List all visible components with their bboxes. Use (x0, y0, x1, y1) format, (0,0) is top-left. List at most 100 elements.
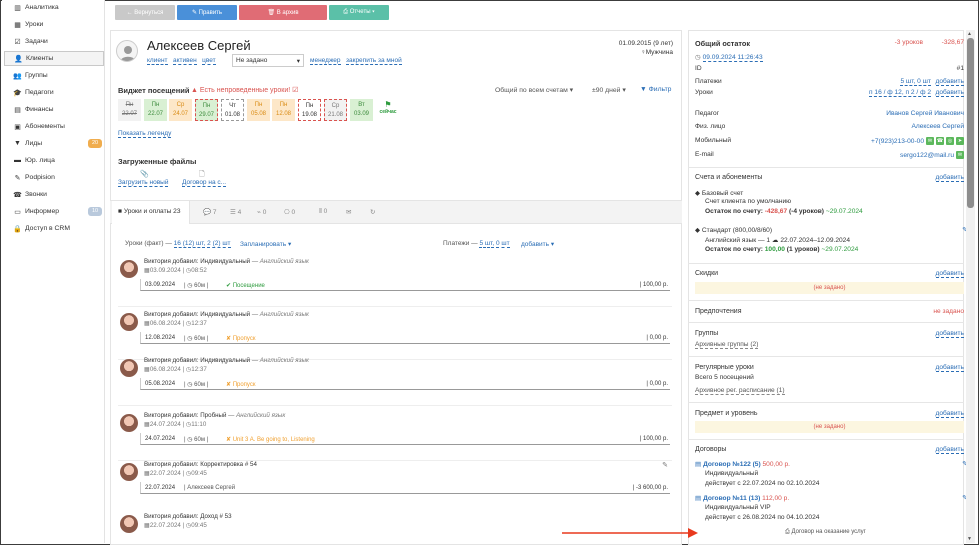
contracts-add[interactable]: добавить (935, 446, 964, 454)
tab-messages[interactable]: ✉ (346, 208, 351, 216)
visit-cell[interactable]: Вт 03.09 (350, 99, 373, 121)
edit-pencil-icon[interactable]: ✎ (662, 461, 668, 469)
sidebar-item-13[interactable]: 🔒 Доступ в CRM (4, 221, 104, 236)
contact-value[interactable]: Иванов Сергей Иванович (886, 110, 964, 117)
plan-lesson-button[interactable]: Запланировать ▾ (240, 240, 291, 248)
lesson-row[interactable]: 22.07.2024 | Алексеев Сергей | -3 600,00 р… (140, 482, 670, 494)
regular-lessons-add[interactable]: добавить (935, 364, 964, 372)
sidebar-item-11[interactable]: ☎ Звонки (4, 187, 104, 202)
status-select[interactable]: Не задано ▾ (232, 54, 304, 67)
sidebar-item-12[interactable]: ▭ Информер 10 (4, 204, 104, 219)
subject-level-add[interactable]: добавить (935, 410, 964, 418)
subscription-desc: Английский язык — 1 ☁ 22.07.2024–12.09.2… (705, 237, 850, 244)
tab-tasks[interactable]: ☰ 4 (230, 208, 241, 216)
lessons-fact-link[interactable]: 16 (12) шт, (173, 240, 206, 248)
contract-link[interactable]: ▤ Договор №122 (5) 500,00 р. (695, 460, 790, 468)
preferences-value[interactable]: не задано (933, 308, 964, 315)
visit-cell[interactable]: Ср 24.07 (169, 99, 192, 121)
sidebar-item-10[interactable]: ✎ Podpision (4, 170, 104, 185)
visit-cell[interactable]: Пн 22.07 (118, 99, 141, 121)
mail-icon[interactable]: ✉ (956, 151, 964, 159)
contract-link[interactable]: ▤ Договор №11 (13) 112,00 р. (695, 494, 789, 502)
lessons-add[interactable]: добавить (935, 89, 964, 97)
whatsapp-icon[interactable]: ◎ (946, 137, 954, 145)
sidebar-item-8[interactable]: ▼ Лиды 20 (4, 136, 104, 151)
sidebar-item-6[interactable]: ▤ Финансы (4, 102, 104, 117)
visit-cell[interactable]: Пн 29.07 (195, 99, 218, 121)
sidebar-item-0[interactable]: ▥ Аналитика (4, 0, 104, 15)
accounts-add[interactable]: добавить (935, 174, 964, 182)
visit-cell[interactable]: Пн 22.07 (144, 99, 167, 121)
archive-schedule-link[interactable]: Архивное рег. расписание (1) (695, 387, 785, 395)
tab-history[interactable]: ↻ (370, 208, 375, 216)
telegram-icon[interactable]: ➤ (956, 137, 964, 145)
tab-calls[interactable]: ⌁ 0 (257, 208, 266, 216)
sidebar-item-1[interactable]: ▦ Уроки (4, 17, 104, 32)
lesson-row[interactable]: 12.08.2024 | ◷ 60м | ✘ Пропуск | 0,00 р. (140, 332, 670, 344)
restore-button[interactable]: ← Вернуться (115, 5, 175, 20)
filter-button[interactable]: ▼ Фильтр (640, 86, 671, 93)
tab-lessons[interactable]: ■ Уроки и оплаты 23 (112, 201, 190, 224)
reports-button[interactable]: ⎙ Отчеты ▾ (329, 5, 389, 20)
scrollbar-thumb[interactable] (967, 38, 974, 208)
call-icon[interactable]: ☎ (936, 137, 944, 145)
lesson-row[interactable]: 05.08.2024 | ◷ 60м | ✘ Пропуск | 0,00 р. (140, 378, 670, 390)
client-color-link[interactable]: цвет (202, 57, 216, 65)
unheld-lessons-warning[interactable]: ▲ Есть непроведенные уроки! ☑ (191, 86, 298, 94)
visit-cell[interactable]: ⚑ сейчас (375, 100, 401, 115)
scope-select[interactable]: Общий по всем счетам ▾ (495, 86, 573, 94)
sidebar-item-2[interactable]: ☑ Задачи (4, 34, 104, 49)
contact-value[interactable]: Алексеев Сергей (911, 123, 964, 130)
balance-date[interactable]: ◷ 09.09.2024 11:26:43 (695, 53, 763, 62)
client-status-link[interactable]: активен (172, 57, 197, 65)
tab-files[interactable]: ⦀ 0 (319, 208, 327, 216)
payments-a-link[interactable]: 5 шт, (479, 240, 495, 248)
sidebar-item-3[interactable]: 👤 Клиенты (4, 51, 104, 66)
sidebar-item-9[interactable]: ▬ Юр. лица (4, 153, 104, 168)
base-account-link[interactable]: ◆ Базовый счет (695, 189, 743, 197)
scroll-down-arrow[interactable]: ▼ (967, 536, 972, 542)
visit-cell[interactable]: Ср 21.08 (324, 99, 347, 121)
visit-cell[interactable]: Пн 12.08 (272, 99, 295, 121)
service-contract-link[interactable]: ⎙ Договор на оказание услуг (785, 529, 866, 536)
ticket-icon: ▣ (14, 123, 21, 131)
group-icon: 👥 (13, 72, 22, 80)
client-type-link[interactable]: клиент (147, 57, 168, 65)
archive-button[interactable]: 🗑 В архив (239, 5, 327, 20)
contract-file-link[interactable]: Договор на с... (182, 179, 227, 187)
lesson-row[interactable]: 24.07.2024 | ◷ 60м | ✘ Unit 3 A. Be going … (140, 433, 670, 445)
lesson-row[interactable]: 03.09.2024 | ◷ 60м | ✔ Посещение | 100,00 р… (140, 279, 670, 291)
pen-icon: ✎ (14, 174, 21, 182)
visit-cell[interactable]: Чт 01.08 (221, 99, 244, 121)
contact-value[interactable]: +7(923)213-00-00 ✉ ☎ ◎ ➤ (871, 137, 964, 145)
tab-notes[interactable]: ⎔ 0 (284, 208, 295, 216)
lessons-other-link[interactable]: 2 (2) шт (207, 240, 231, 248)
discounts-add[interactable]: добавить (935, 270, 964, 278)
scroll-up-arrow[interactable]: ▲ (967, 31, 972, 37)
manager-link[interactable]: менеджер (310, 57, 341, 65)
groups-add[interactable]: добавить (935, 330, 964, 338)
feed-date: ▦22.07.2024 | ◷09:45 (144, 522, 207, 529)
payments-add[interactable]: добавить (935, 78, 964, 86)
sidebar-item-5[interactable]: 🎓 Педагоги (4, 85, 104, 100)
contact-value[interactable]: sergo122@mail.ru ✉ (900, 151, 964, 159)
archive-groups-link[interactable]: Архивные группы (2) (695, 341, 759, 349)
sms-icon[interactable]: ✉ (926, 137, 934, 145)
show-legend-link[interactable]: Показать легенду (118, 130, 172, 138)
payments-value[interactable]: 5 шт, 0 шт (900, 78, 931, 86)
add-payment-button[interactable]: добавить ▾ (521, 240, 554, 248)
visit-cell[interactable]: Пн 19.08 (298, 99, 321, 121)
pin-to-me-link[interactable]: закрепить за мной (346, 57, 402, 65)
sidebar-item-7[interactable]: ▣ Абонементы (4, 119, 104, 134)
visit-cell[interactable]: Пн 05.08 (247, 99, 270, 121)
period-select[interactable]: ±90 дней ▾ (592, 86, 626, 94)
discounts-empty: (не задано) (695, 282, 964, 294)
tab-comments[interactable]: 💬 7 (203, 208, 217, 216)
author-avatar (120, 414, 138, 432)
subscription-link[interactable]: ◆ Стандарт (800,00/8/60) (695, 226, 772, 234)
sidebar-item-4[interactable]: 👥 Группы (4, 68, 104, 83)
payments-b-link[interactable]: 0 шт (496, 240, 510, 248)
upload-file-link[interactable]: Загрузить новый (118, 179, 169, 187)
edit-button[interactable]: ✎ Править (177, 5, 237, 20)
lessons-value[interactable]: п 16 / ф 12, п 2 / ф 2 (869, 89, 931, 97)
